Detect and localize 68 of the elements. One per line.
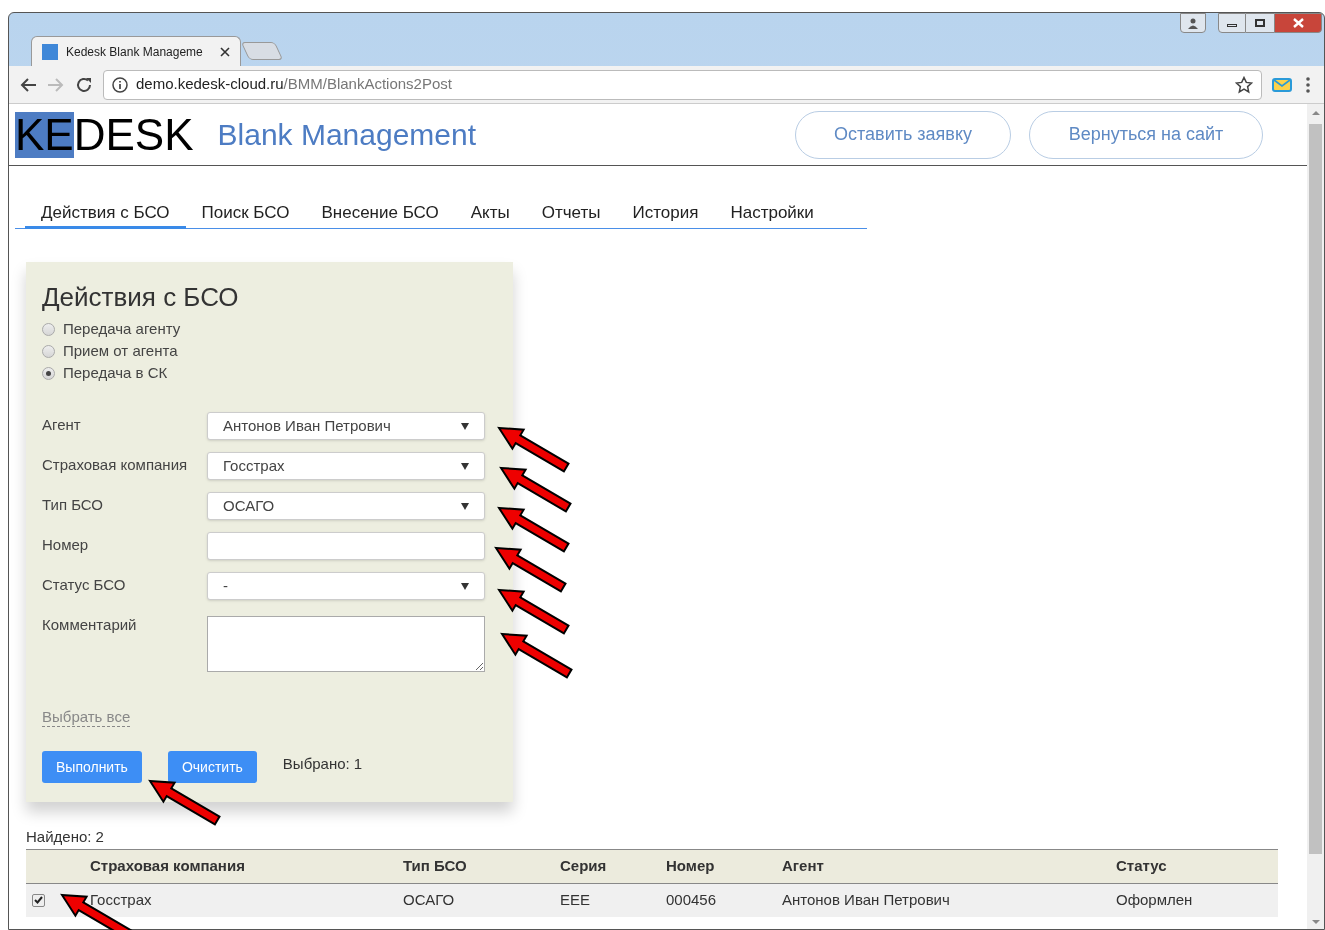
nav-tab[interactable]: Внесение БСО xyxy=(305,199,455,229)
caret-icon xyxy=(461,502,469,510)
info-icon xyxy=(112,76,128,93)
close-button[interactable] xyxy=(1274,13,1322,33)
caret-icon xyxy=(461,582,469,590)
table-cell-text: EEE xyxy=(560,889,591,910)
dropdown[interactable]: Госстрах xyxy=(207,452,485,480)
profile-button[interactable] xyxy=(1180,13,1206,33)
scroll-thumb[interactable] xyxy=(1309,124,1322,854)
person-icon xyxy=(1188,17,1198,29)
nav-tab[interactable]: Отчеты xyxy=(525,199,617,229)
column-header: Номер xyxy=(666,855,716,876)
panel-title: Действия с БСО xyxy=(42,282,240,312)
table-cell-text: ОСАГО xyxy=(403,889,456,910)
nav-tab[interactable]: Настройки xyxy=(714,199,830,229)
nav-tab[interactable]: История xyxy=(616,199,715,229)
radio-button[interactable] xyxy=(42,366,55,380)
field-label: Страховая компания xyxy=(42,455,189,475)
table-cell-text: Антонов Иван Петрович xyxy=(782,889,951,910)
app-title: Blank Management xyxy=(217,117,477,153)
column-header: Страховая компания xyxy=(90,855,246,876)
mail-icon[interactable] xyxy=(1272,76,1292,93)
close-icon[interactable] xyxy=(220,46,230,57)
radio-label: Передача агенту xyxy=(63,318,181,339)
selected-count: Выбрано: 1 xyxy=(282,754,363,774)
scroll-down-icon[interactable] xyxy=(1311,919,1320,925)
field-label: Статус БСО xyxy=(42,575,127,595)
nav-tab[interactable]: Поиск БСО xyxy=(185,199,306,229)
maximize-button[interactable] xyxy=(1246,13,1274,33)
radio-label: Передача в СК xyxy=(63,362,168,383)
field-label: Тип БСО xyxy=(42,495,105,515)
radio-label: Прием от агента xyxy=(63,340,178,361)
column-header: Тип БСО xyxy=(403,855,468,876)
caret-icon xyxy=(461,422,469,430)
tab-title: Kedesk Blank Manageme xyxy=(66,43,203,61)
dropdown[interactable]: ОСАГО xyxy=(207,492,485,520)
logo: KEDESK xyxy=(15,111,194,158)
table-cell-text: Госстрах xyxy=(90,889,153,910)
dropdown[interactable]: - xyxy=(207,572,485,600)
radio-button[interactable] xyxy=(42,344,55,358)
table-cell-text: Оформлен xyxy=(1116,889,1194,910)
comment-field[interactable] xyxy=(207,616,485,672)
minimize-button[interactable] xyxy=(1218,13,1246,33)
column-header: Серия xyxy=(560,855,608,876)
row-checkbox[interactable] xyxy=(32,893,45,907)
column-header: Статус xyxy=(1116,855,1168,876)
nav-tab[interactable]: Действия с БСО xyxy=(25,199,186,229)
favicon-icon xyxy=(42,43,58,60)
input-field[interactable] xyxy=(207,532,485,560)
reload-icon[interactable] xyxy=(75,75,93,94)
field-label: Комментарий xyxy=(42,615,138,635)
scrollbar[interactable] xyxy=(1307,104,1324,929)
star-icon[interactable] xyxy=(1235,75,1253,94)
scroll-up-icon[interactable] xyxy=(1311,110,1320,116)
found-count: Найдено: 2 xyxy=(26,827,105,847)
field-label: Агент xyxy=(42,415,82,435)
radio-button[interactable] xyxy=(42,322,55,336)
back-icon[interactable] xyxy=(19,76,37,93)
nav-tab[interactable]: Акты xyxy=(454,199,526,229)
column-header: Агент xyxy=(782,855,825,876)
caret-icon xyxy=(461,462,469,470)
address-bar[interactable]: demo.kedesk-cloud.ru/BMM/BlankActions2Post xyxy=(103,69,1262,100)
close-icon xyxy=(1292,18,1304,28)
dropdown[interactable]: Антонов Иван Петрович xyxy=(207,412,485,440)
url-text: demo.kedesk-cloud.ru/BMM/BlankActions2Post xyxy=(136,74,453,95)
browser-tab[interactable]: Kedesk Blank Manageme xyxy=(31,36,241,66)
field-label: Номер xyxy=(42,535,90,555)
table-cell-text: 000456 xyxy=(666,889,718,910)
